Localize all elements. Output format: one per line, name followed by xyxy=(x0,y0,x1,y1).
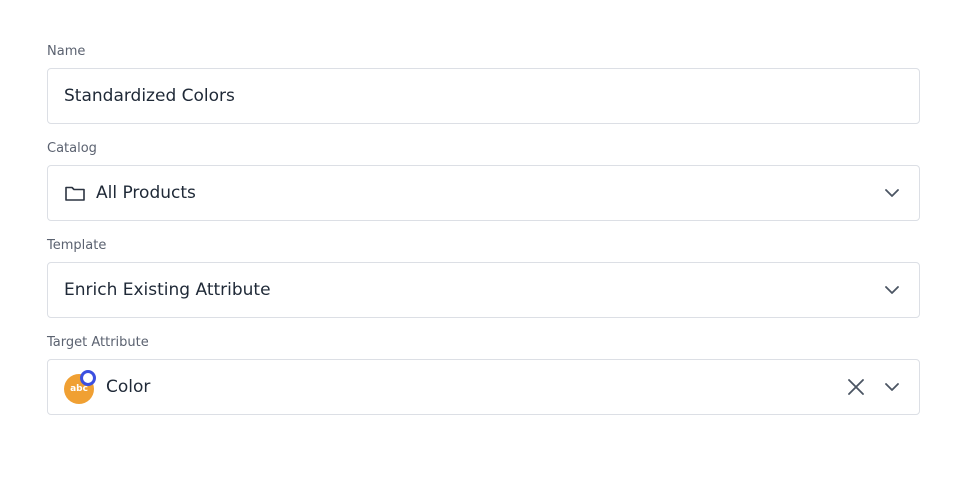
catalog-field-group: Catalog All Products xyxy=(47,139,920,221)
clear-icon[interactable] xyxy=(845,376,867,398)
chevron-down-icon[interactable] xyxy=(881,376,903,398)
folder-icon xyxy=(64,184,86,202)
catalog-label: Catalog xyxy=(47,141,97,156)
template-label: Template xyxy=(47,238,107,253)
name-label: Name xyxy=(47,44,86,59)
target-attribute-value: Color xyxy=(106,377,151,397)
name-field-group: Name Standardized Colors xyxy=(47,42,920,124)
template-select[interactable]: Enrich Existing Attribute xyxy=(47,262,920,318)
template-select-value: Enrich Existing Attribute xyxy=(64,280,271,300)
chevron-down-icon[interactable] xyxy=(881,182,903,204)
target-attribute-field-group: Target Attribute abc Color xyxy=(47,333,920,415)
attribute-type-icon: abc xyxy=(64,370,98,404)
attribute-status-dot-icon xyxy=(80,370,96,386)
name-input[interactable]: Standardized Colors xyxy=(47,68,920,124)
catalog-select-value: All Products xyxy=(96,183,196,203)
name-input-value[interactable]: Standardized Colors xyxy=(64,86,903,106)
chevron-down-icon[interactable] xyxy=(881,279,903,301)
target-attribute-select[interactable]: abc Color xyxy=(47,359,920,415)
catalog-select[interactable]: All Products xyxy=(47,165,920,221)
template-field-group: Template Enrich Existing Attribute xyxy=(47,236,920,318)
attribute-form: Name Standardized Colors Catalog All Pro… xyxy=(47,42,920,430)
target-attribute-label: Target Attribute xyxy=(47,335,149,350)
